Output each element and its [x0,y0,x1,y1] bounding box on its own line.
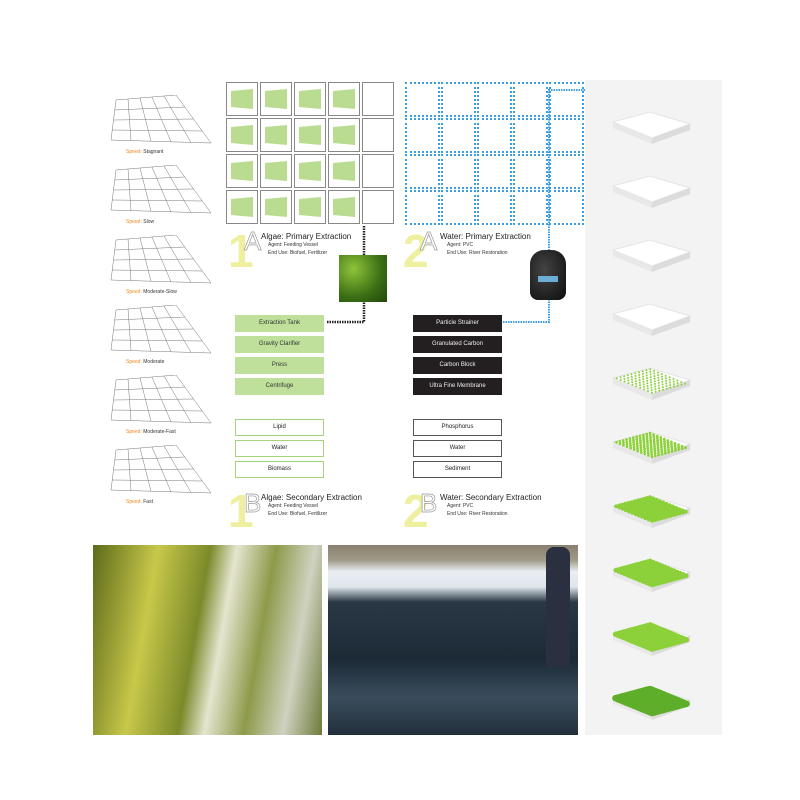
growth-tile [608,302,693,340]
water-process-step: Granulated Carbon [413,336,502,353]
end-use: End Use: River Restoration [447,511,508,517]
section-details: Agent: Feeding Vessel End Use: Biofuel, F… [268,502,327,518]
agent: Agent: Feeding Vessel [268,242,319,248]
water-process-step: Ultra Fine Membrane [413,378,502,395]
river-photo [328,545,578,735]
water-process-step: Carbon Block [413,357,502,374]
growth-tile [608,366,693,404]
water-output: Water [413,440,502,457]
section-letter: B [420,488,438,518]
water-output: Sediment [413,461,502,478]
section-details: Agent: Feeding Vessel End Use: Biofuel, F… [268,241,327,257]
section-title: Algae: Secondary Extraction [261,493,362,502]
growth-tile [608,494,693,532]
growth-tile [608,110,693,148]
algae-process-step: Centrifuge [235,378,324,395]
section-letter: A [244,226,262,256]
section-letter: B [244,488,262,518]
agent: Agent: PVC [447,242,474,248]
growth-tile [608,685,693,724]
water-output: Phosphorus [413,419,502,436]
diagram: Speed: Stagnant Speed: Slow Speed: Moderat… [0,0,800,800]
algae-process-step: Press [235,357,324,374]
algae-output: Biomass [235,461,324,478]
algae-photo [339,255,387,302]
section-details: Agent: PVC End Use: River Restoration [447,241,508,257]
agent: Agent: Feeding Vessel [268,503,319,509]
growth-tile [608,430,693,468]
growth-tile [608,622,693,660]
section-title: Algae: Primary Extraction [261,232,352,241]
agent: Agent: PVC [447,503,474,509]
algae-process-step: Gravity Clarifier [235,336,324,353]
growth-tile [608,558,693,596]
growth-tile [608,238,693,276]
water-process-step: Particle Strainer [413,315,502,332]
algae-output: Water [235,440,324,457]
end-use: End Use: Biofuel, Fertilizer [268,250,328,256]
filter-tank-image [530,250,566,300]
section-title: Water: Secondary Extraction [440,493,542,502]
section-letter: A [420,226,438,256]
growth-tile [608,174,693,212]
end-use: End Use: Biofuel, Fertilizer [268,511,328,517]
algae-process-step: Extraction Tank [235,315,324,332]
end-use: End Use: River Restoration [447,250,508,256]
section-title: Water: Primary Extraction [440,232,531,241]
section-details: Agent: PVC End Use: River Restoration [447,502,508,518]
algae-output: Lipid [235,419,324,436]
algae-close-up-photo [93,545,322,735]
